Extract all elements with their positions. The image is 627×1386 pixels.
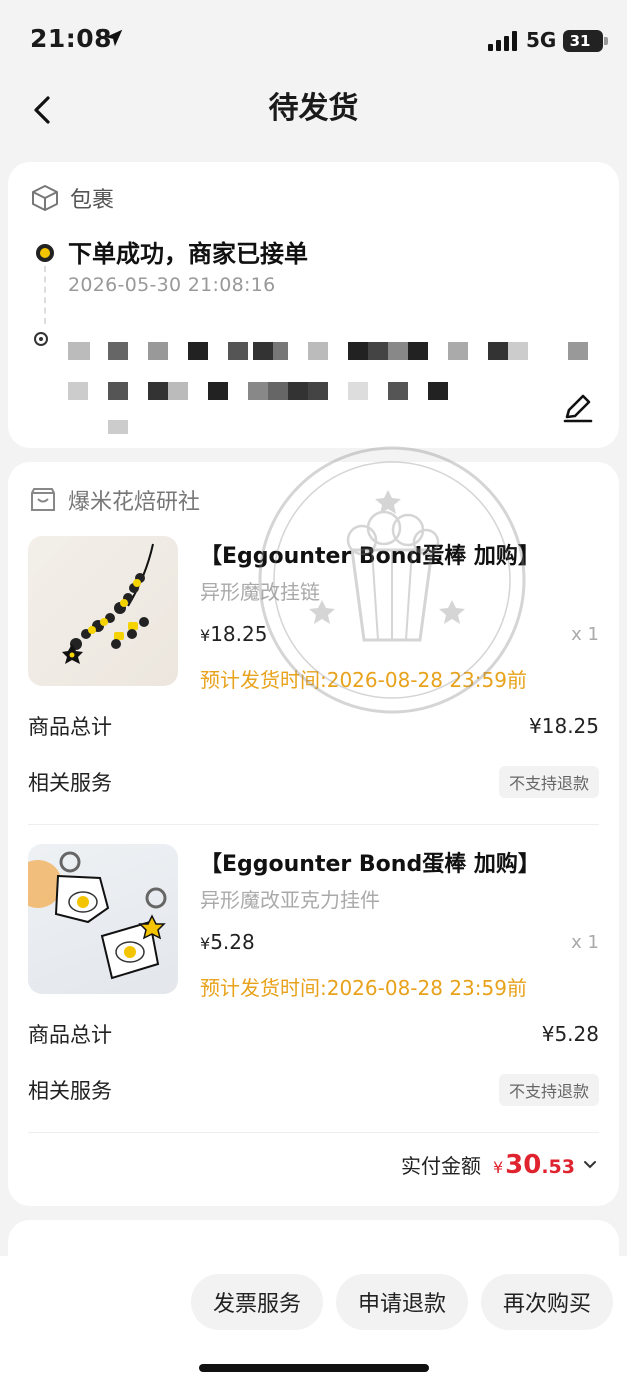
chevron-down-icon: [584, 1161, 596, 1169]
product-price: ¥18.25: [200, 622, 268, 646]
address-redacted-mosaic: [38, 334, 608, 434]
status-time: 21:08: [30, 24, 113, 53]
bottom-action-bar: 发票服务 申请退款 再次购买: [0, 1256, 627, 1386]
product-thumbnail[interactable]: [28, 844, 178, 994]
shop-icon: [31, 488, 55, 511]
estimated-ship-time: 预计发货时间:2026-08-28 23:59前: [200, 668, 527, 692]
status-bar: 21:08 5G 31: [0, 0, 627, 80]
paid-integer: 30: [505, 1150, 542, 1180]
product-quantity: x 1: [571, 932, 599, 953]
edit-address-button[interactable]: [558, 388, 598, 428]
shop-header[interactable]: 爆米花焙研社: [28, 484, 200, 516]
product-price: ¥5.28: [200, 930, 255, 954]
timeline-dot: [36, 244, 54, 262]
shop-name: 爆米花焙研社: [68, 490, 201, 515]
product-title: 【Eggounter Bond蛋棒 加购】: [200, 852, 540, 877]
item-divider: [28, 824, 599, 825]
subtotal-row: 商品总计 ¥5.28: [28, 1016, 599, 1052]
parcel-header: 包裹: [30, 182, 114, 214]
order-status: 下单成功，商家已接单: [68, 240, 308, 268]
product-title: 【Eggounter Bond蛋棒 加购】: [200, 544, 540, 569]
product-quantity: x 1: [571, 624, 599, 645]
estimated-ship-time: 预计发货时间:2026-08-28 23:59前: [200, 976, 527, 1000]
parcel-label: 包裹: [70, 188, 115, 213]
invoice-service-button[interactable]: 发票服务: [191, 1274, 323, 1330]
product-thumbnail[interactable]: [28, 536, 178, 686]
no-refund-tag: 不支持退款: [498, 766, 599, 798]
order-timestamp: 2026-05-30 21:08:16: [68, 274, 276, 296]
service-row: 相关服务 不支持退款: [28, 1072, 599, 1108]
request-refund-button[interactable]: 申请退款: [336, 1274, 468, 1330]
edit-pen-icon: [563, 394, 593, 423]
timeline-line: [44, 266, 46, 324]
parcel-card: 包裹 下单成功，商家已接单 2026-05-30 21:08:16: [8, 162, 619, 448]
package-icon: [32, 185, 58, 211]
service-row: 相关服务 不支持退款: [28, 764, 599, 800]
home-indicator[interactable]: [199, 1364, 429, 1372]
page-title: 待发货: [268, 91, 359, 126]
item-divider: [28, 1132, 599, 1133]
service-label: 相关服务: [28, 771, 112, 795]
product-spec: 异形魔改亚克力挂件: [200, 888, 380, 912]
paid-decimal: .53: [541, 1156, 575, 1178]
buy-again-button[interactable]: 再次购买: [481, 1274, 613, 1330]
subtotal-label: 商品总计: [28, 1023, 112, 1047]
service-label: 相关服务: [28, 1079, 112, 1103]
network-label: 5G: [526, 28, 557, 52]
paid-currency: ¥: [492, 1158, 504, 1177]
shop-order-card: 爆米花焙研社 【Eggounter Bond蛋棒 加购】 异形魔改挂链 ¥18.…: [8, 462, 619, 1206]
signal-icon: [488, 31, 520, 51]
subtotal-label: 商品总计: [28, 715, 112, 739]
no-refund-tag: 不支持退款: [498, 1074, 599, 1106]
battery-icon: 31: [563, 30, 608, 52]
subtotal-value: ¥5.28: [541, 1022, 599, 1046]
subtotal-row: 商品总计 ¥18.25: [28, 708, 599, 744]
subtotal-value: ¥18.25: [529, 714, 599, 738]
product-spec: 异形魔改挂链: [200, 580, 320, 604]
paid-label: 实付金额: [400, 1154, 481, 1178]
location-arrow-icon: [103, 27, 125, 53]
battery-level: 31: [569, 32, 591, 50]
paid-amount-row[interactable]: 实付金额 ¥ 30 .53: [401, 1150, 597, 1180]
